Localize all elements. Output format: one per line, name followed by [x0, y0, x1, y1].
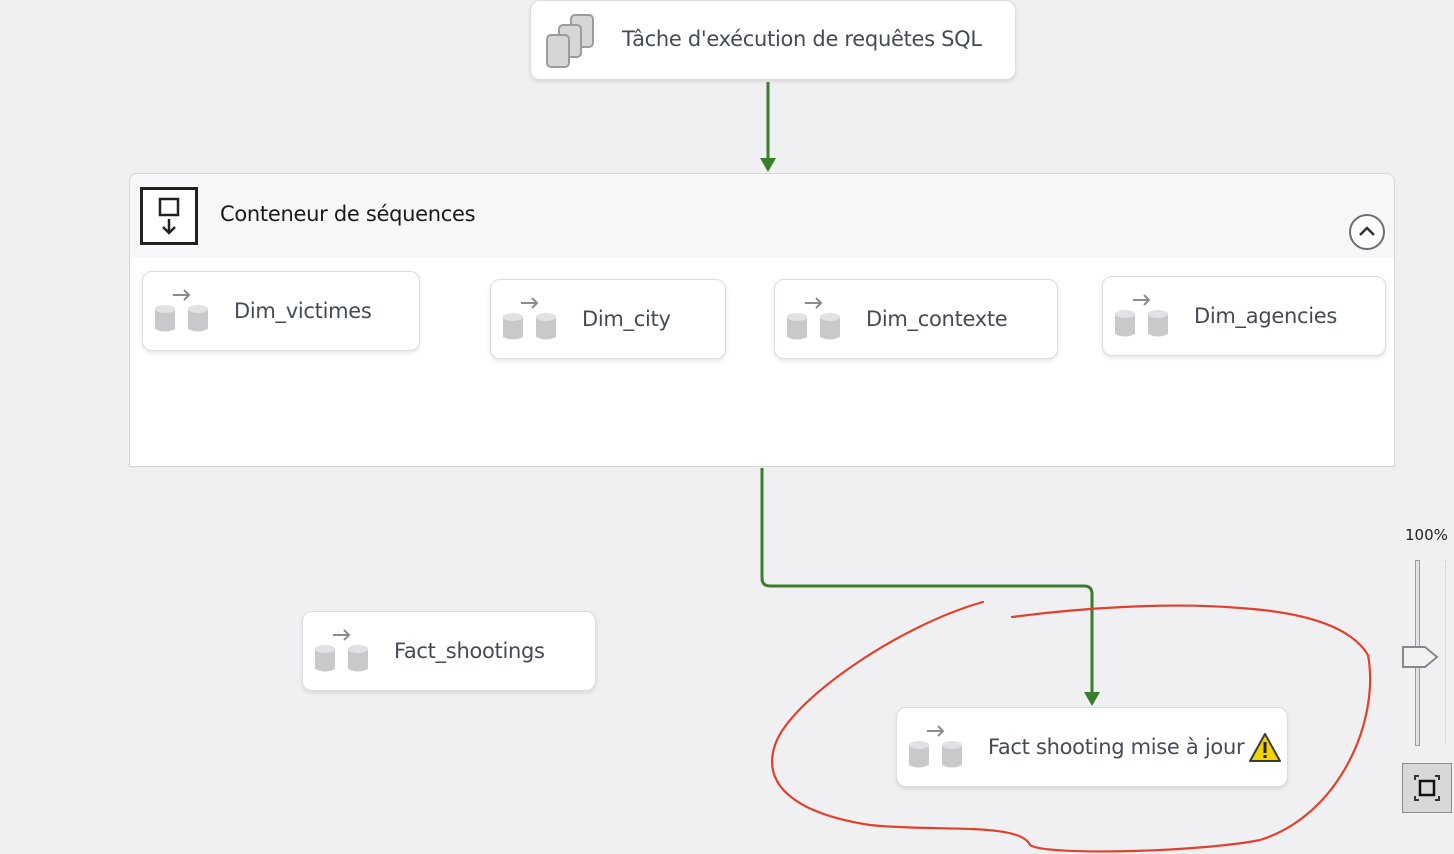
data-flow-icon — [787, 297, 840, 340]
task-dim-victimes-label: Dim_victimes — [234, 299, 372, 323]
task-dim-city-label: Dim_city — [582, 307, 671, 331]
zoom-scale-ticks — [1445, 560, 1447, 746]
sequence-container-icon — [140, 187, 198, 245]
task-fact-update[interactable]: Fact shooting mise à jour — [896, 707, 1288, 787]
task-dim-contexte[interactable]: Dim_contexte — [774, 279, 1058, 359]
sql-task-icon — [546, 14, 594, 68]
zoom-level: 100% — [1405, 526, 1448, 544]
warning-icon[interactable] — [1248, 732, 1282, 764]
task-fact-update-label: Fact shooting mise à jour — [988, 735, 1245, 759]
task-dim-contexte-label: Dim_contexte — [866, 307, 1008, 331]
data-flow-icon — [503, 297, 556, 340]
task-fact-shootings-label: Fact_shootings — [394, 639, 545, 663]
arrowhead-container — [760, 158, 776, 172]
data-flow-icon — [909, 725, 962, 768]
task-dim-victimes[interactable]: Dim_victimes — [142, 271, 420, 351]
task-dim-city[interactable]: Dim_city — [490, 279, 726, 359]
sql-task-label: Tâche d'exécution de requêtes SQL — [622, 27, 982, 51]
sequence-container-title: Conteneur de séquences — [220, 202, 476, 226]
zoom-to-fit-button[interactable] — [1402, 763, 1452, 813]
data-flow-icon — [1115, 294, 1168, 337]
sql-task[interactable]: Tâche d'exécution de requêtes SQL — [530, 0, 1016, 80]
chevron-up-icon[interactable] — [1348, 213, 1386, 251]
data-flow-icon — [315, 629, 368, 672]
connector-container-to-fact — [760, 468, 1094, 694]
arrowhead-fact — [1084, 692, 1100, 706]
data-flow-icon — [155, 289, 208, 332]
task-fact-shootings[interactable]: Fact_shootings — [302, 611, 596, 691]
zoom-slider-thumb[interactable] — [1401, 644, 1441, 670]
task-dim-agencies-label: Dim_agencies — [1194, 304, 1338, 328]
design-surface[interactable]: Tâche d'exécution de requêtes SQL Conten… — [0, 0, 1454, 854]
task-dim-agencies[interactable]: Dim_agencies — [1102, 276, 1386, 356]
fit-to-window-icon — [1414, 775, 1440, 801]
